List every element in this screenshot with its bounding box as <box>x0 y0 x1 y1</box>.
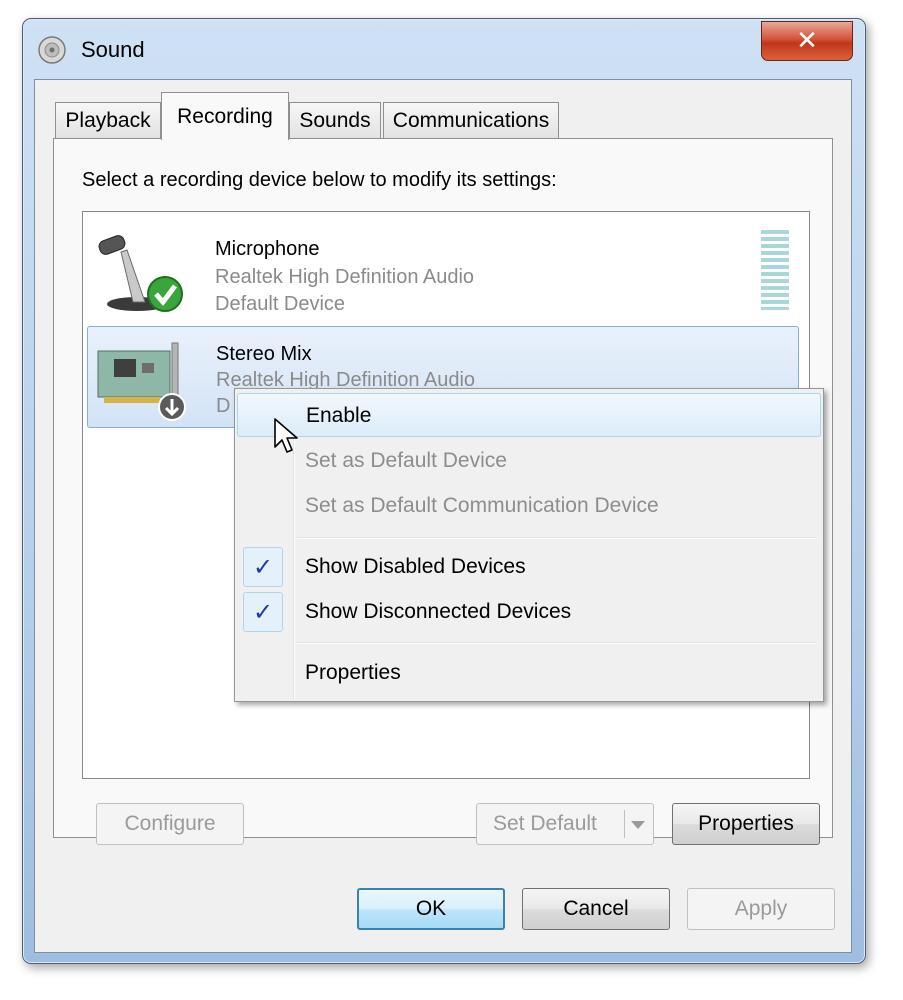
properties-button[interactable]: Properties <box>672 803 820 845</box>
instruction-text: Select a recording device below to modif… <box>82 169 557 191</box>
device-name: Stereo Mix <box>216 343 312 365</box>
level-meter <box>761 230 789 310</box>
speaker-icon <box>38 36 66 64</box>
menu-item-show-disabled-devices[interactable]: ✓ Show Disabled Devices <box>237 545 821 589</box>
menu-item-label: Set as Default Communication Device <box>305 494 659 517</box>
menu-item-label: Show Disabled Devices <box>305 555 526 578</box>
menu-item-enable[interactable]: Enable <box>237 393 821 437</box>
device-item-microphone[interactable]: Microphone Realtek High Definition Audio… <box>87 218 799 320</box>
device-status: Default Device <box>215 293 346 315</box>
device-driver: Realtek High Definition Audio <box>215 266 475 288</box>
menu-item-show-disconnected-devices[interactable]: ✓ Show Disconnected Devices <box>237 590 821 634</box>
cancel-button[interactable]: Cancel <box>522 888 670 930</box>
menu-item-label: Enable <box>306 404 372 427</box>
apply-button[interactable]: Apply <box>687 888 835 930</box>
sound-card-icon <box>97 342 186 421</box>
menu-item-set-default-communication-device[interactable]: Set as Default Communication Device <box>237 484 821 528</box>
chevron-down-icon[interactable] <box>631 821 645 829</box>
device-name: Microphone <box>215 238 320 260</box>
tab-playback[interactable]: Playback <box>55 102 161 138</box>
mouse-pointer-icon <box>274 418 298 453</box>
device-status: D <box>216 395 231 417</box>
menu-item-set-default-device[interactable]: Set as Default Device <box>237 439 821 483</box>
set-default-label: Set Default <box>493 812 597 835</box>
context-menu: Enable Set as Default Device Set as Defa… <box>234 388 824 702</box>
tab-recording[interactable]: Recording <box>161 92 289 140</box>
checkmark-icon: ✓ <box>243 592 283 632</box>
menu-separator <box>297 537 817 539</box>
menu-item-label: Show Disconnected Devices <box>305 600 572 623</box>
microphone-icon <box>98 235 183 312</box>
set-default-button[interactable]: Set Default <box>476 803 654 845</box>
close-icon: ✕ <box>796 26 818 56</box>
ok-button[interactable]: OK <box>357 888 505 930</box>
menu-item-properties[interactable]: Properties <box>237 651 821 695</box>
window-title: Sound <box>81 37 145 62</box>
menu-item-label: Set as Default Device <box>305 449 507 472</box>
close-button[interactable]: ✕ <box>761 21 853 61</box>
split-separator <box>624 810 625 838</box>
tab-communications[interactable]: Communications <box>383 102 559 138</box>
menu-separator <box>297 642 817 644</box>
title-bar[interactable]: Sound ✕ <box>23 19 865 79</box>
menu-item-label: Properties <box>305 661 401 684</box>
tab-sounds[interactable]: Sounds <box>289 102 381 138</box>
configure-button[interactable]: Configure <box>96 803 244 845</box>
checkmark-icon: ✓ <box>243 547 283 587</box>
